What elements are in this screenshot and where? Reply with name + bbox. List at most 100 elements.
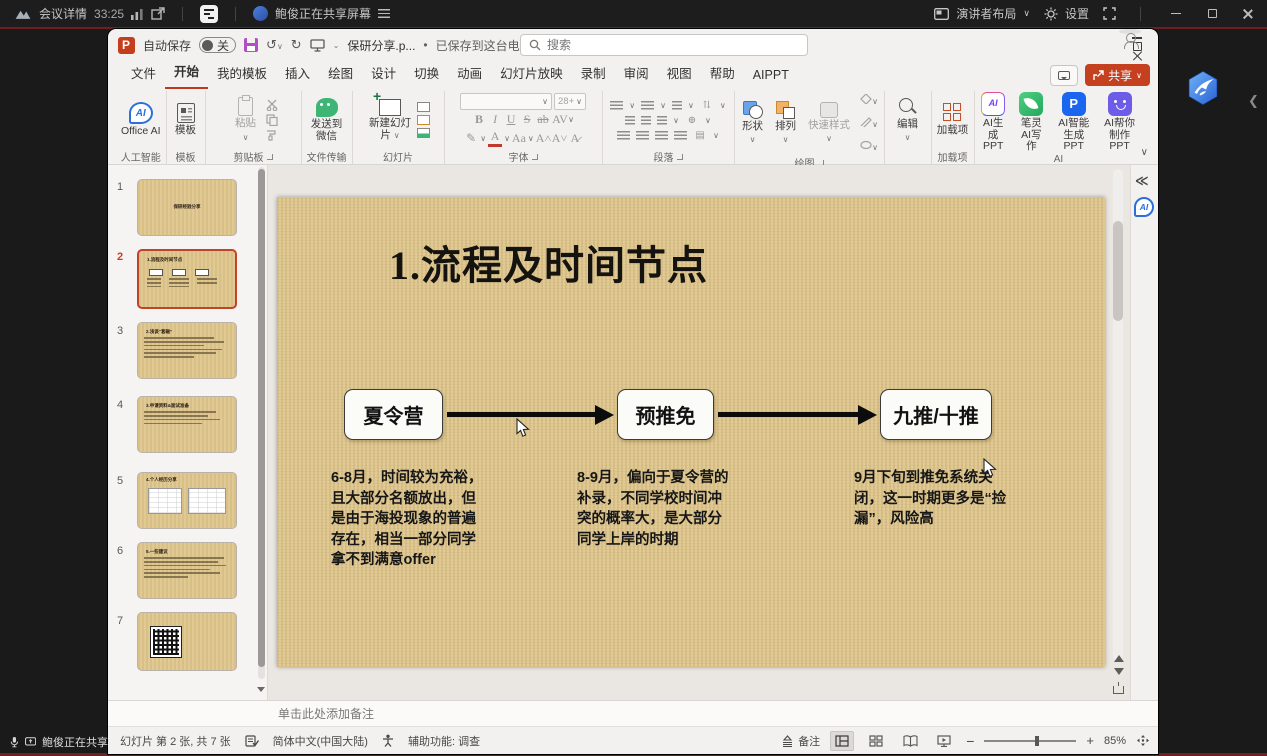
redo-icon[interactable]: ↻	[291, 37, 302, 53]
slide-thumbnail-5[interactable]: 4.个人经历分享	[137, 472, 237, 529]
cut-icon[interactable]	[266, 99, 278, 111]
microphone-icon[interactable]	[10, 735, 19, 749]
previous-slide-button[interactable]	[1114, 650, 1124, 662]
shared-app-icon[interactable]	[200, 5, 218, 23]
flow-box-summer-camp[interactable]: 夏令营	[344, 389, 443, 440]
font-dialog-launcher[interactable]	[532, 154, 538, 160]
slide-sorter-view-button[interactable]	[864, 731, 888, 751]
decrease-indent-button[interactable]	[625, 116, 635, 125]
thunder-floating-button[interactable]	[1186, 70, 1220, 106]
shape-fill-button[interactable]: ∨	[860, 91, 878, 109]
reset-mini-icon[interactable]	[417, 115, 430, 125]
tab-view[interactable]: 视图	[658, 58, 701, 89]
underline-button[interactable]: U	[504, 112, 518, 127]
office-ai-assistant-button[interactable]: AI	[1134, 197, 1154, 217]
zoom-level[interactable]: 85%	[1104, 735, 1126, 747]
columns-button[interactable]	[657, 116, 667, 125]
layout-mini-icon[interactable]	[417, 102, 430, 112]
zoom-slider-knob[interactable]	[1035, 736, 1039, 746]
ai-generate-ppt-button[interactable]: AIAI生成PPT	[978, 91, 1009, 154]
panel-scroll-down-icon[interactable]	[257, 687, 265, 696]
document-title[interactable]: 保研分享.p...	[347, 37, 415, 54]
slide-thumbnail-3[interactable]: 2.浅谈“套磁”	[137, 322, 237, 379]
bold-button[interactable]: B	[472, 112, 486, 127]
collapse-pane-icon[interactable]: ≪	[1135, 173, 1149, 189]
send-to-wechat-button[interactable]: 发送到微信	[305, 97, 349, 143]
chevron-down-icon[interactable]: ∨	[568, 115, 574, 124]
tab-record[interactable]: 录制	[572, 58, 615, 89]
slide-thumbnail-6[interactable]: 5.一些建议	[137, 542, 237, 599]
paste-button[interactable]: 粘贴∨	[229, 96, 263, 144]
notes-toggle[interactable]: 备注	[781, 733, 820, 749]
search-box[interactable]	[520, 34, 808, 56]
text-direction-button[interactable]: ⊕	[685, 115, 699, 126]
zoom-slider[interactable]	[984, 740, 1076, 742]
align-right-button[interactable]	[655, 131, 668, 140]
arrange-button[interactable]: 排列∨	[773, 100, 798, 147]
slide-thumbnail-7[interactable]	[137, 612, 237, 671]
language-indicator[interactable]: 简体中文(中国大陆)	[273, 733, 368, 749]
collapse-ribbon-icon[interactable]: ∨	[1141, 147, 1148, 158]
tab-home[interactable]: 开始	[165, 56, 208, 89]
spellcheck-icon[interactable]	[245, 735, 259, 747]
edge-collapse-icon[interactable]: ❮	[1248, 93, 1259, 109]
save-icon[interactable]	[244, 38, 258, 52]
layout-button[interactable]: 演讲者布局 ∨	[934, 5, 1030, 22]
tab-animations[interactable]: 动画	[448, 58, 491, 89]
shapes-button[interactable]: 形状∨	[740, 100, 765, 147]
share-button[interactable]: 共享∨	[1085, 64, 1150, 86]
zoom-out-button[interactable]: −	[966, 733, 974, 749]
tab-aippt[interactable]: AIPPT	[744, 63, 798, 89]
slideshow-small-icon[interactable]	[1113, 686, 1124, 694]
tab-transitions[interactable]: 切换	[405, 58, 448, 89]
canvas-scrollbar-thumb[interactable]	[1113, 221, 1123, 321]
flow-box-pre-exemption[interactable]: 预推免	[617, 389, 714, 440]
align-left-button[interactable]	[617, 131, 630, 140]
slide-thumbnail-2[interactable]: 1.流程及时间节点	[137, 249, 237, 309]
current-slide[interactable]: 1.流程及时间节点 夏令营 预推免 九推/十推 6-8月，时间较为充裕，且大部分…	[277, 197, 1105, 667]
ai-help-ppt-button[interactable]: AI帮你制作PPT	[1100, 91, 1140, 154]
tab-review[interactable]: 审阅	[615, 58, 658, 89]
fullscreen-icon[interactable]	[1103, 7, 1116, 20]
biling-ai-writing-button[interactable]: 笔灵AI写作	[1015, 91, 1048, 154]
meeting-maximize-button[interactable]	[1201, 5, 1223, 23]
justify-button[interactable]	[674, 131, 687, 140]
addins-button[interactable]: 加载项	[935, 102, 971, 138]
italic-button[interactable]: I	[488, 112, 502, 127]
editing-button[interactable]: 编辑∨	[888, 96, 928, 145]
slide-thumbnail-4[interactable]: 3.申请资料&面试准备	[137, 396, 237, 453]
increase-indent-button[interactable]	[641, 116, 651, 125]
tab-insert[interactable]: 插入	[276, 58, 319, 89]
shape-outline-button[interactable]: ∨	[860, 114, 878, 132]
search-input[interactable]	[547, 38, 777, 52]
copy-icon[interactable]	[266, 114, 278, 126]
tab-draw[interactable]: 绘图	[319, 58, 362, 89]
slideshow-quick-icon[interactable]	[310, 39, 325, 52]
char-spacing-button[interactable]: AV	[552, 112, 566, 127]
ai-smart-ppt-button[interactable]: PAI智能生成PPT	[1054, 91, 1094, 154]
zoom-in-button[interactable]: +	[1086, 733, 1094, 748]
reading-view-button[interactable]	[898, 731, 922, 751]
slideshow-view-button[interactable]	[932, 731, 956, 751]
slide-thumbnail-1[interactable]: 保研经验分享	[137, 179, 237, 236]
presenter-list-icon[interactable]	[378, 9, 390, 18]
line-spacing-button[interactable]	[672, 101, 682, 110]
meeting-detail-button[interactable]: 会议详情	[39, 5, 87, 22]
screen-share-icon[interactable]	[25, 736, 36, 748]
shrink-font-button[interactable]: A˅	[552, 131, 566, 146]
quick-access-overflow-icon[interactable]: ⌄	[333, 41, 340, 50]
clear-format-button[interactable]: A̷	[568, 131, 582, 146]
strikethrough-button[interactable]: S	[520, 112, 534, 127]
sort-button[interactable]: ⇅	[700, 100, 714, 111]
tab-help[interactable]: 帮助	[701, 58, 744, 89]
shape-effects-button[interactable]: ∨	[860, 137, 878, 155]
tab-file[interactable]: 文件	[122, 58, 165, 89]
tab-slideshow[interactable]: 幻灯片放映	[491, 58, 572, 89]
flow-box-september[interactable]: 九推/十推	[880, 389, 992, 440]
open-window-icon[interactable]	[151, 7, 165, 20]
office-ai-button[interactable]: AIOffice AI	[119, 101, 163, 139]
notes-area[interactable]: 单击此处添加备注	[108, 700, 1158, 726]
normal-view-button[interactable]	[830, 731, 854, 751]
meeting-minimize-button[interactable]	[1165, 5, 1187, 23]
autosave-toggle[interactable]: 关	[199, 37, 236, 53]
